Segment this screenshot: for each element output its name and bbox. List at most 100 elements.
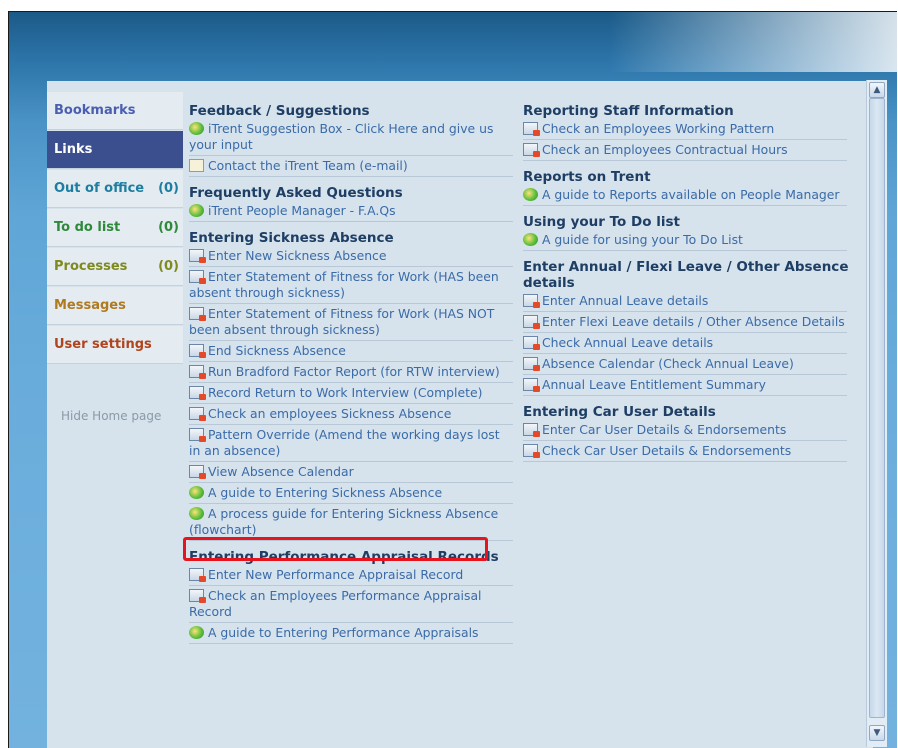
globe-icon — [189, 204, 204, 217]
nav-item-label: User settings — [54, 337, 152, 352]
link-item[interactable]: Enter Car User Details & Endorsements — [523, 420, 847, 441]
nav-item-links[interactable]: Links — [47, 131, 183, 169]
globe-icon — [189, 507, 204, 520]
link-text: View Absence Calendar — [208, 464, 354, 479]
form-icon — [523, 143, 540, 157]
nav-item-messages[interactable]: Messages — [47, 287, 183, 325]
section-title: Reports on Trent — [523, 169, 651, 185]
globe-icon — [523, 188, 538, 201]
link-item[interactable]: Contact the iTrent Team (e-mail) — [189, 156, 513, 177]
link-text: A guide to Reports available on People M… — [542, 187, 840, 202]
form-icon — [189, 270, 206, 284]
link-text: Record Return to Work Interview (Complet… — [208, 385, 483, 400]
nav-item-label: Out of office — [54, 181, 145, 196]
form-icon — [523, 423, 540, 437]
link-text: Enter Statement of Fitness for Work (HAS… — [189, 306, 495, 337]
link-item[interactable]: A guide to Reports available on People M… — [523, 185, 847, 206]
link-text: Check Annual Leave details — [542, 335, 714, 350]
nav-item-label: To do list — [54, 220, 121, 235]
form-icon — [189, 249, 206, 263]
link-item[interactable]: Enter New Performance Appraisal Record — [189, 565, 513, 586]
link-text: Enter Annual Leave details — [542, 293, 709, 308]
link-item[interactable]: Pattern Override (Amend the working days… — [189, 425, 513, 462]
form-icon — [523, 122, 540, 136]
globe-icon — [189, 486, 204, 499]
link-item[interactable]: A guide for using your To Do List — [523, 230, 847, 251]
nav-item-label: Processes — [54, 259, 128, 274]
mail-icon — [189, 159, 204, 172]
form-icon — [523, 357, 540, 371]
link-item[interactable]: Absence Calendar (Check Annual Leave) — [523, 354, 847, 375]
link-text: Enter Car User Details & Endorsements — [542, 422, 787, 437]
form-icon — [189, 589, 206, 603]
nav-item-label: Bookmarks — [54, 103, 136, 118]
link-item[interactable]: iTrent People Manager - F.A.Qs — [189, 201, 513, 222]
link-item[interactable]: Run Bradford Factor Report (for RTW inte… — [189, 362, 513, 383]
home-panel: Bookmarks Links Out of office (0) To do list… — [47, 81, 873, 748]
link-item[interactable]: Check Annual Leave details — [523, 333, 847, 354]
link-item[interactable]: Enter Statement of Fitness for Work (HAS… — [189, 267, 513, 304]
link-item[interactable]: Check an employees Sickness Absence — [189, 404, 513, 425]
nav-item-user-settings[interactable]: User settings — [47, 326, 183, 364]
links-column-right: Reporting Staff Information Check an Empl… — [523, 103, 853, 462]
link-item[interactable]: Check an Employees Contractual Hours — [523, 140, 847, 161]
link-item[interactable]: Enter Annual Leave details — [523, 291, 847, 312]
nav-item-bookmarks[interactable]: Bookmarks — [47, 92, 183, 130]
section-title: Reporting Staff Information — [523, 103, 734, 119]
form-icon — [189, 465, 206, 479]
scrollbar-thumb[interactable] — [869, 98, 885, 718]
link-text: iTrent People Manager - F.A.Qs — [208, 203, 396, 218]
form-icon — [189, 386, 206, 400]
page-frame: Bookmarks Links Out of office (0) To do list… — [8, 11, 897, 748]
link-item[interactable]: A guide to Entering Performance Appraisa… — [189, 623, 513, 644]
link-item[interactable]: Record Return to Work Interview (Complet… — [189, 383, 513, 404]
form-icon — [189, 428, 206, 442]
link-text: Enter New Performance Appraisal Record — [208, 567, 464, 582]
links-column-left: Feedback / Suggestions iTrent Suggestion … — [189, 103, 519, 644]
nav-item-to-do-list[interactable]: To do list (0) — [47, 209, 183, 247]
link-text: Check Car User Details & Endorsements — [542, 443, 792, 458]
section-title: Frequently Asked Questions — [189, 185, 403, 201]
link-item[interactable]: A guide to Entering Sickness Absence — [189, 483, 513, 504]
section-title: Enter Annual / Flexi Leave / Other Absen… — [523, 259, 849, 291]
globe-icon — [189, 122, 204, 135]
link-text: A guide for using your To Do List — [542, 232, 743, 247]
form-icon — [189, 365, 206, 379]
section-title: Feedback / Suggestions — [189, 103, 370, 119]
highlight-box — [183, 537, 488, 561]
scroll-up-button[interactable]: ▲ — [869, 82, 885, 98]
nav-item-count: (0) — [158, 220, 179, 235]
section-title: Entering Sickness Absence — [189, 230, 394, 246]
form-icon — [523, 294, 540, 308]
vertical-scrollbar[interactable]: ▲ ▼ — [866, 80, 887, 747]
link-text: Run Bradford Factor Report (for RTW inte… — [208, 364, 500, 379]
scroll-down-button[interactable]: ▼ — [869, 725, 885, 741]
link-item[interactable]: A process guide for Entering Sickness Ab… — [189, 504, 513, 541]
link-item[interactable]: Annual Leave Entitlement Summary — [523, 375, 847, 396]
globe-icon — [523, 233, 538, 246]
link-text: Check an Employees Performance Appraisal… — [189, 588, 482, 619]
link-item[interactable]: Check Car User Details & Endorsements — [523, 441, 847, 462]
link-text: Enter Statement of Fitness for Work (HAS… — [189, 269, 499, 300]
link-text: Enter New Sickness Absence — [208, 248, 387, 263]
link-text: Check an Employees Contractual Hours — [542, 142, 788, 157]
nav-item-count: (0) — [158, 259, 179, 274]
link-text: Absence Calendar (Check Annual Leave) — [542, 356, 794, 371]
link-item[interactable]: iTrent Suggestion Box - Click Here and g… — [189, 119, 513, 156]
nav-item-processes[interactable]: Processes (0) — [47, 248, 183, 286]
link-item[interactable]: View Absence Calendar — [189, 462, 513, 483]
link-text: A guide to Entering Performance Appraisa… — [208, 625, 479, 640]
link-item[interactable]: End Sickness Absence — [189, 341, 513, 362]
hide-home-page-link[interactable]: Hide Home page — [61, 409, 161, 423]
nav-item-count: (0) — [158, 181, 179, 196]
link-item[interactable]: Enter Statement of Fitness for Work (HAS… — [189, 304, 513, 341]
link-item[interactable]: Check an Employees Working Pattern — [523, 119, 847, 140]
link-text: Annual Leave Entitlement Summary — [542, 377, 766, 392]
nav-item-out-of-office[interactable]: Out of office (0) — [47, 170, 183, 208]
section-title: Using your To Do list — [523, 214, 680, 230]
link-text: Check an employees Sickness Absence — [208, 406, 452, 421]
form-icon — [189, 307, 206, 321]
link-item[interactable]: Check an Employees Performance Appraisal… — [189, 586, 513, 623]
link-item[interactable]: Enter Flexi Leave details / Other Absenc… — [523, 312, 847, 333]
link-item[interactable]: Enter New Sickness Absence — [189, 246, 513, 267]
